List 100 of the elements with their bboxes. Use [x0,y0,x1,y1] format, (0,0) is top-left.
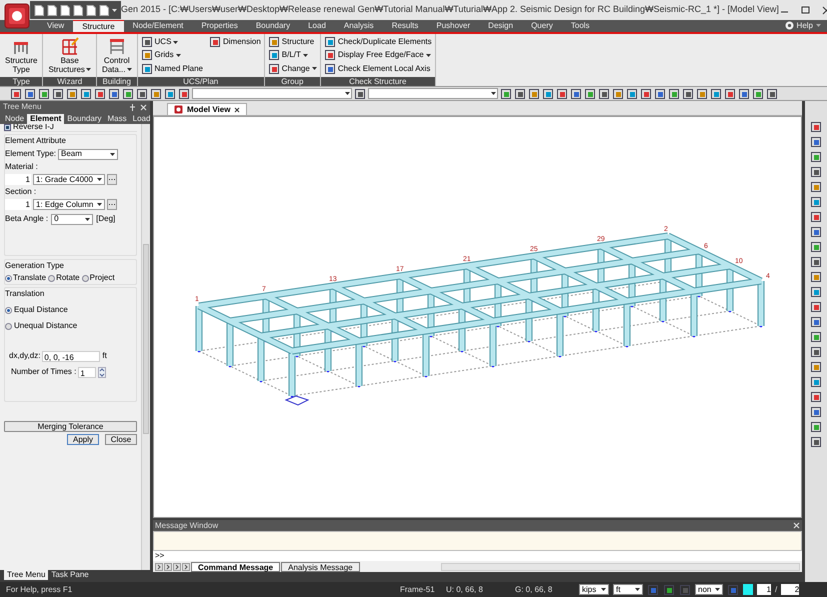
ribbon-button[interactable]: UCS [140,36,203,48]
toolbar-icon[interactable] [654,88,666,100]
toolbar-icon[interactable] [150,88,162,100]
radio-button[interactable] [48,274,56,282]
toolbar-icon[interactable] [810,331,822,343]
toolbar-icon[interactable] [766,88,778,100]
toolbar-icon[interactable] [810,166,822,178]
ribbon-tab[interactable]: Load [299,19,335,32]
number-field[interactable]: 1 [757,584,771,595]
dropdown-field[interactable] [192,88,352,99]
document-icon[interactable] [99,4,109,16]
toolbar-icon[interactable] [810,391,822,403]
toolbar-icon[interactable] [164,88,176,100]
number-field[interactable]: 1 [5,199,31,210]
toolbar-icon[interactable] [178,88,190,100]
number-field[interactable]: 2 [781,584,800,595]
ribbon-tab[interactable]: View [38,19,74,32]
dropdown-field[interactable]: 0 [51,214,94,224]
message-tab[interactable]: Command Message [191,562,280,572]
toolbar-icon[interactable] [500,88,512,100]
ribbon-button[interactable]: Base Structures [46,36,93,75]
panel-tab[interactable]: Node [2,114,28,124]
ribbon-tab[interactable]: Design [479,19,522,32]
document-icon[interactable] [34,4,44,16]
toolbar-icon[interactable] [52,88,64,100]
dropdown-field[interactable]: kips [579,584,609,595]
toolbar-icon[interactable] [810,136,822,148]
browse-button[interactable] [107,174,117,185]
toolbar-icon[interactable] [668,88,680,100]
ribbon-button[interactable]: Display Free Edge/Face [324,49,432,62]
dropdown-field[interactable]: Beam [58,148,118,160]
toolbar-icon[interactable] [710,88,722,100]
toolbar-icon[interactable] [810,256,822,268]
toolbar-icon[interactable] [810,436,822,448]
ribbon-tab[interactable]: Boundary [246,19,300,32]
ribbon-button[interactable]: Named Plane [140,62,203,75]
ribbon-tab[interactable]: Node/Element [124,19,192,32]
panel-tab[interactable]: Tree Menu [4,570,48,580]
toolbar-icon[interactable] [724,88,736,100]
radio-button[interactable] [82,274,89,282]
toolbar-icon[interactable] [10,88,22,100]
toolbar-icon[interactable] [38,88,50,100]
ribbon-button[interactable]: Dimension [209,36,261,48]
document-icon[interactable] [86,4,96,16]
checkbox[interactable] [4,124,11,130]
dropdown-field[interactable]: 1: Grade C4000 [33,174,105,185]
ribbon-tab[interactable]: Analysis [334,19,383,32]
toolbar-icon[interactable] [640,88,652,100]
ribbon-button[interactable]: Grids [140,49,203,62]
toolbar-icon[interactable] [66,88,78,100]
nav-arrow-icon[interactable] [182,562,190,570]
browse-button[interactable] [107,199,117,210]
number-field[interactable]: 1 [5,174,31,185]
toolbar-icon[interactable] [810,211,822,223]
toolbar-icon[interactable] [598,88,610,100]
merging-tolerance-button[interactable]: Merging Tolerance [4,421,137,432]
toolbar-icon[interactable] [810,346,822,358]
document-icon[interactable] [47,4,57,16]
radio-button[interactable] [5,322,12,330]
toolbar-icon[interactable] [810,151,822,163]
toolbar-icon[interactable] [810,196,822,208]
radio-button[interactable] [5,274,12,282]
toolbar-icon[interactable] [80,88,92,100]
toolbar-icon[interactable] [24,88,36,100]
toolbar-icon[interactable] [810,361,822,373]
toolbar-icon[interactable] [528,88,540,100]
toolbar-icon[interactable] [136,88,148,100]
toolbar-icon[interactable] [810,226,822,238]
ribbon-tab[interactable]: Structure [73,19,124,32]
toolbar-icon[interactable] [810,301,822,313]
document-icon[interactable] [73,4,83,16]
toolbar-icon[interactable] [738,88,750,100]
toolbar-icon[interactable] [810,271,822,283]
toolbar-icon[interactable] [556,88,568,100]
apply-button[interactable]: Apply [67,434,99,445]
spinner-icon[interactable] [98,366,106,378]
color-swatch[interactable] [743,584,753,595]
document-icon[interactable] [60,4,70,16]
toolbar-icon[interactable] [810,376,822,388]
nav-arrow-icon[interactable] [155,562,163,570]
ribbon-button[interactable]: B/L/T [268,49,317,62]
ribbon-tab[interactable]: Pushover [427,19,480,32]
toolbar-icon[interactable] [570,88,582,100]
toolbar-icon[interactable] [810,181,822,193]
panel-tab[interactable]: Boundary [64,114,104,124]
panel-tab[interactable]: Task Pane [48,570,92,580]
ribbon-button[interactable]: Control Data... [100,36,134,75]
toolbar-icon[interactable] [108,88,120,100]
panel-tab[interactable]: Element [27,114,64,124]
nav-arrow-icon[interactable] [164,562,172,570]
dropdown-field[interactable]: non [695,584,723,595]
text-field[interactable]: 0, 0, -16 [42,350,100,362]
toolbar-icon[interactable] [810,241,822,253]
document-tab[interactable]: Model View [167,103,248,115]
toolbar-icon[interactable] [626,88,638,100]
ribbon-button[interactable]: Structure Type [3,36,40,75]
toolbar-icon[interactable] [354,88,366,100]
panel-tab[interactable]: Load [130,114,154,124]
nav-arrow-icon[interactable] [173,562,181,570]
toolbar-icon[interactable] [810,286,822,298]
